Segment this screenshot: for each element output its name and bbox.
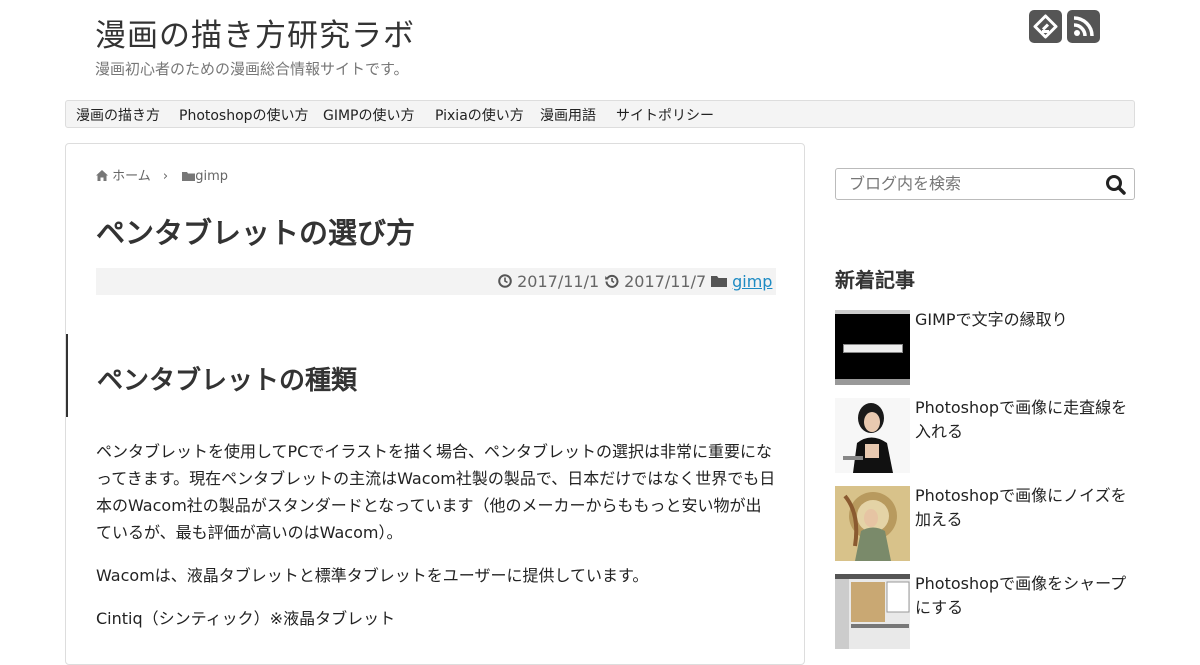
post-thumbnail[interactable] [835,486,910,561]
chevron-right-icon: › [162,169,169,184]
site-description: 漫画初心者のための漫画総合情報サイトです。 [95,60,409,78]
post-thumbnail[interactable] [835,574,910,649]
search-form [835,168,1135,200]
history-icon [605,274,619,288]
search-icon [1106,175,1126,195]
site-title[interactable]: 漫画の描き方研究ラボ [95,10,415,55]
feedly-button[interactable] [1029,10,1062,43]
updated-date: 2017/11/7 [605,272,706,291]
post-thumbnail[interactable] [835,310,910,385]
clock-icon [498,274,512,288]
main-navigation: 漫画の描き方 Photoshopの使い方 GIMPの使い方 Pixiaの使い方 … [65,100,1135,128]
post-category: gimp [711,272,772,291]
published-date: 2017/11/1 [498,272,599,291]
recent-post-title[interactable]: Photoshopで画像にノイズを加える [915,484,1135,532]
recent-posts-title: 新着記事 [835,268,915,292]
category-link[interactable]: gimp [732,272,772,291]
article-paragraph: Cintiq（シンティック）※液晶タブレット [96,609,396,628]
nav-item-glossary[interactable]: 漫画用語 [540,105,596,125]
article-card: ホーム › gimp ペンタブレットの選び方 2017/11/1 2017/11… [65,143,805,665]
recent-post-title[interactable]: GIMPで文字の縁取り [915,308,1135,332]
post-title: ペンタブレットの選び方 [96,216,416,250]
recent-post-item[interactable]: Photoshopで画像にノイズを加える [835,486,1135,562]
nav-item-site-policy[interactable]: サイトポリシー [616,105,714,125]
feedly-icon [1033,14,1058,39]
search-input[interactable] [837,170,1107,196]
article-paragraph: ペンタブレットを使用してPCでイラストを描く場合、ペンタブレットの選択は非常に重… [96,442,776,542]
heading-accent-bar [66,334,68,417]
nav-item-manga[interactable]: 漫画の描き方 [76,105,160,125]
recent-post-title[interactable]: Photoshopで画像をシャープにする [915,572,1135,620]
recent-post-item[interactable]: Photoshopで画像をシャープにする [835,574,1135,650]
nav-item-pixia[interactable]: Pixiaの使い方 [435,105,524,125]
post-thumbnail[interactable] [835,398,910,473]
home-icon [96,170,108,181]
recent-post-item[interactable]: Photoshopで画像に走査線を入れる [835,398,1135,474]
breadcrumb: ホーム › gimp [96,165,228,184]
recent-post-title[interactable]: Photoshopで画像に走査線を入れる [915,396,1135,444]
recent-post-item[interactable]: GIMPで文字の縁取り [835,310,1135,386]
folder-icon [711,276,727,287]
folder-icon [182,172,196,181]
section-heading: ペンタブレットの種類 [97,366,358,396]
rss-icon [1073,16,1094,37]
breadcrumb-category[interactable]: gimp [195,169,228,184]
search-button[interactable] [1104,173,1128,197]
rss-button[interactable] [1067,10,1100,43]
post-meta: 2017/11/1 2017/11/7 gimp [96,268,776,295]
breadcrumb-home[interactable]: ホーム [112,169,151,184]
nav-item-photoshop[interactable]: Photoshopの使い方 [179,105,309,125]
article-paragraph: Wacomは、液晶タブレットと標準タブレットをユーザーに提供しています。 [96,566,649,585]
nav-item-gimp[interactable]: GIMPの使い方 [323,105,415,125]
